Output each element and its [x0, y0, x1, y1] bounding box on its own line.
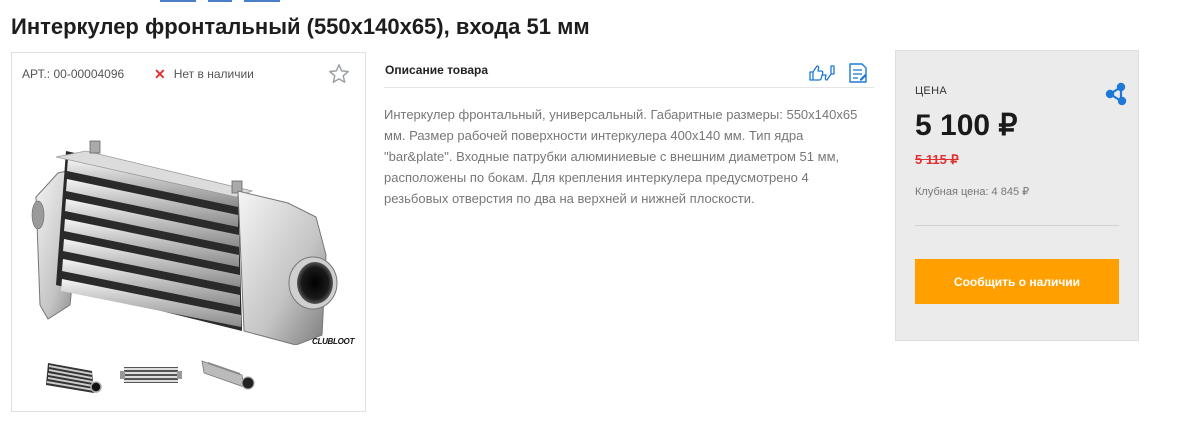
- page-title: Интеркулер фронтальный (550х140х65), вхо…: [11, 14, 590, 39]
- description-title: Описание товара: [385, 63, 489, 77]
- brand-mark: CLUBLOOT: [312, 336, 356, 348]
- notify-availability-button[interactable]: Сообщить о наличии: [915, 259, 1119, 304]
- current-price: 5 100 ₽: [915, 109, 1018, 142]
- document-edit-icon[interactable]: [848, 62, 868, 84]
- thumbnail-angle[interactable]: [198, 353, 260, 399]
- thumbnail-strip: [42, 353, 262, 403]
- price-panel: ЦЕНА 5 100 ₽ 5 115 ₽ Клубная цена: 4 845…: [895, 50, 1139, 341]
- club-price: Клубная цена: 4 845 ₽: [915, 186, 1030, 198]
- product-image-card: АРТ.: 00-00004096 ✕ Нет в наличии CLUBLO…: [11, 52, 366, 412]
- description-header: Описание товара: [384, 52, 874, 88]
- article-number: АРТ.: 00-00004096: [22, 67, 125, 81]
- product-main-image[interactable]: [26, 105, 362, 345]
- stock-status: ✕ Нет в наличии: [154, 67, 254, 81]
- description-text: Интеркулер фронтальный, универсальный. Г…: [384, 107, 858, 206]
- thumbnail-front[interactable]: [42, 353, 104, 399]
- cross-icon: ✕: [154, 66, 166, 82]
- old-price: 5 115 ₽: [915, 152, 959, 167]
- price-label: ЦЕНА: [915, 85, 947, 97]
- top-link-strip[interactable]: [160, 0, 280, 2]
- share-network-icon[interactable]: [1104, 81, 1130, 107]
- price-divider: [915, 225, 1119, 226]
- brand-logo: CLUBLOOT: [312, 337, 356, 346]
- thumbs-up-down-icon[interactable]: [808, 64, 836, 82]
- stock-status-label: Нет в наличии: [173, 67, 254, 81]
- star-icon[interactable]: [328, 63, 350, 85]
- svg-text:CLUBLOOT: CLUBLOOT: [312, 337, 355, 346]
- thumbnail-top[interactable]: [120, 353, 182, 399]
